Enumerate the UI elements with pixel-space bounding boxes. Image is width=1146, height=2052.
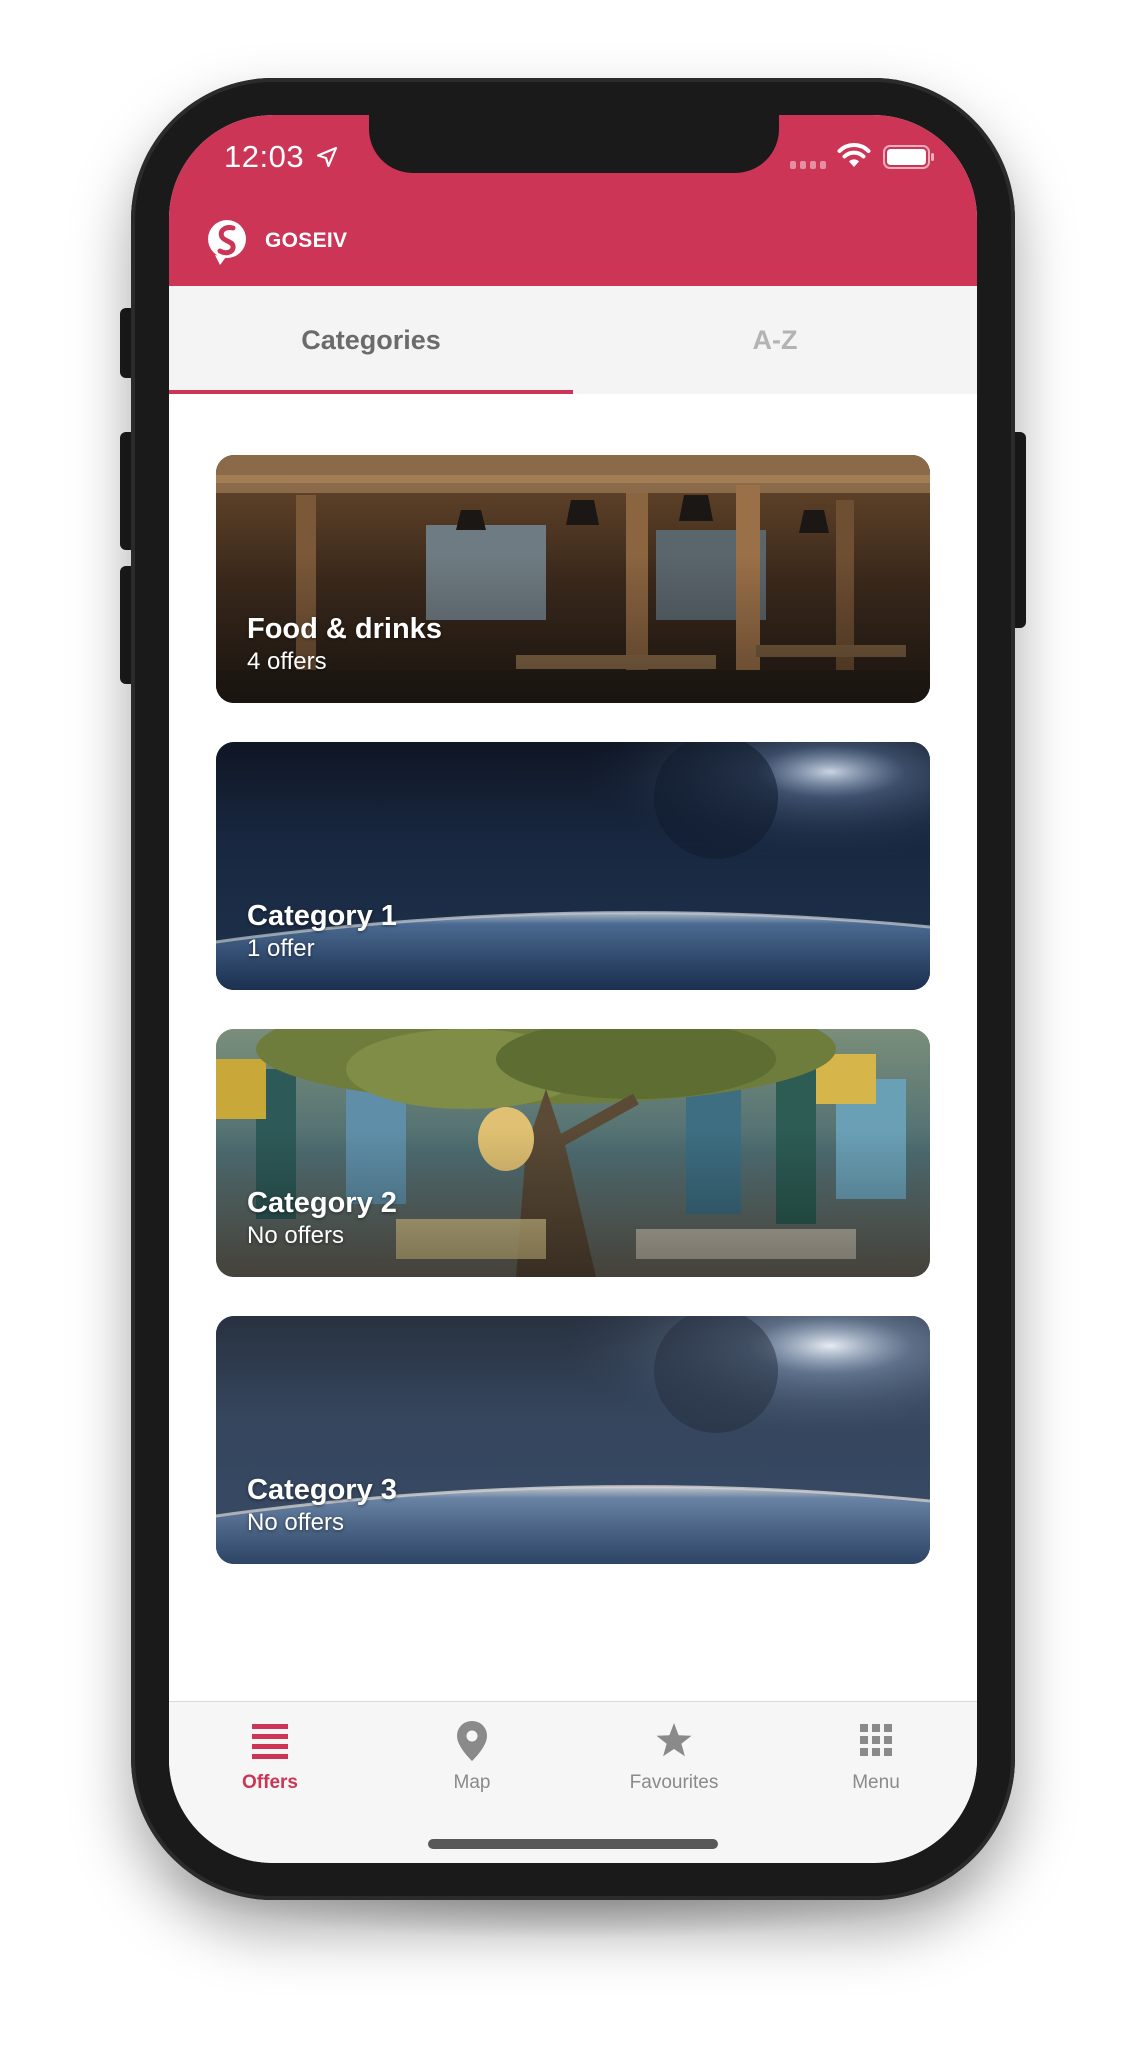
category-offer-count: 4 offers (247, 648, 327, 675)
category-card-category-1[interactable]: Category 1 1 offer (216, 742, 930, 990)
tab-a-z[interactable]: A-Z (573, 286, 977, 394)
nav-menu[interactable]: Menu (775, 1702, 977, 1822)
nav-label: Map (453, 1772, 491, 1793)
grid-icon (860, 1724, 892, 1756)
app-header: 12:03 GOSEIV (169, 115, 977, 286)
nav-label: Offers (242, 1772, 298, 1793)
goseiv-logo-icon (208, 220, 246, 265)
battery-icon (883, 145, 934, 169)
list-icon (252, 1724, 288, 1759)
active-tab-indicator (169, 390, 573, 394)
category-offer-count: No offers (247, 1509, 344, 1536)
app-screen: 12:03 GOSEIV Categories A-Z Food & drink… (169, 115, 977, 1863)
location-arrow-icon (316, 146, 338, 168)
nav-map[interactable]: Map (371, 1702, 573, 1822)
nav-favourites[interactable]: Favourites (573, 1702, 775, 1822)
device-notch (369, 115, 779, 173)
home-indicator[interactable] (428, 1839, 718, 1849)
category-title: Category 2 (247, 1187, 397, 1219)
nav-label: Favourites (629, 1772, 719, 1793)
device-stage: 12:03 GOSEIV Categories A-Z Food & drink… (0, 0, 1146, 2052)
category-title: Food & drinks (247, 613, 442, 645)
nav-label: Menu (852, 1772, 900, 1793)
category-offer-count: 1 offer (247, 935, 315, 962)
status-time: 12:03 (224, 139, 305, 174)
category-title: Category 3 (247, 1474, 397, 1506)
category-card-food-drinks[interactable]: Food & drinks 4 offers (216, 455, 930, 703)
star-icon (656, 1723, 692, 1757)
category-offer-count: No offers (247, 1222, 344, 1249)
tab-bar: Categories A-Z (169, 286, 977, 394)
card-shade (216, 742, 930, 990)
category-title: Category 1 (247, 900, 397, 932)
map-pin-icon (457, 1721, 487, 1761)
tab-categories[interactable]: Categories (169, 286, 573, 394)
category-card-category-2[interactable]: Category 2 No offers (216, 1029, 930, 1277)
app-title: GOSEIV (265, 229, 348, 252)
nav-offers[interactable]: Offers (169, 1702, 371, 1822)
cellular-signal-icon (790, 161, 826, 169)
wifi-icon (837, 143, 871, 167)
tab-label: Categories (301, 324, 441, 355)
category-card-category-3[interactable]: Category 3 No offers (216, 1316, 930, 1564)
tab-label: A-Z (752, 324, 798, 355)
